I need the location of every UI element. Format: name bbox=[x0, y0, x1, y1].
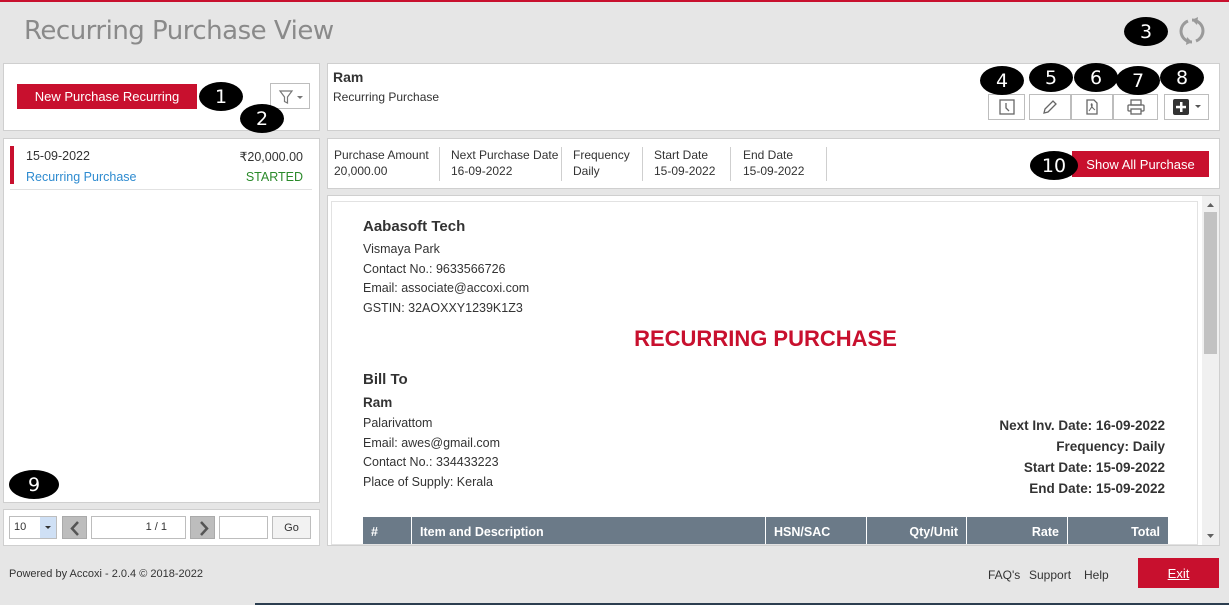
marker-7: 7 bbox=[1116, 66, 1160, 95]
summary-next-purchase-date: Next Purchase Date 16-09-2022 bbox=[451, 148, 558, 180]
customer-name: Ram bbox=[333, 69, 364, 85]
bill-to-email: Email: awes@gmail.com bbox=[363, 436, 501, 450]
chevron-down-icon bbox=[40, 517, 56, 538]
list-item-amount: ₹20,000.00 bbox=[239, 150, 303, 164]
company-name: Aabasoft Tech bbox=[363, 218, 466, 235]
divider bbox=[826, 147, 827, 181]
summary-frequency: Frequency Daily bbox=[573, 148, 630, 180]
list-item-date: 15-09-2022 bbox=[26, 149, 90, 163]
purchase-list-panel bbox=[3, 138, 320, 503]
company-email: Email: associate@accoxi.com bbox=[363, 281, 530, 295]
chevron-left-icon bbox=[70, 521, 79, 536]
edit-button[interactable] bbox=[1029, 94, 1071, 120]
next-page-button[interactable] bbox=[190, 516, 215, 539]
frequency-text: Frequency: Daily bbox=[1056, 439, 1165, 454]
page-title: Recurring Purchase View bbox=[24, 16, 334, 46]
summary-label: Start Date bbox=[654, 148, 709, 162]
marker-4: 4 bbox=[980, 66, 1024, 95]
pdf-icon bbox=[1086, 99, 1098, 115]
company-contact: Contact No.: 9633566726 bbox=[363, 262, 506, 276]
support-link[interactable]: Support bbox=[1029, 568, 1071, 582]
detail-subtitle: Recurring Purchase bbox=[333, 90, 440, 104]
summary-value: 15-09-2022 bbox=[654, 164, 716, 178]
marker-3: 3 bbox=[1124, 17, 1168, 46]
add-more-button[interactable] bbox=[1164, 94, 1209, 120]
powered-by-text: Powered by Accoxi - 2.0.4 © 2018-2022 bbox=[9, 568, 203, 580]
company-gstin: GSTIN: 32AOXXY1239K1Z3 bbox=[363, 301, 523, 315]
summary-label: Next Purchase Date bbox=[451, 148, 559, 162]
marker-8: 8 bbox=[1160, 63, 1204, 92]
page-size-select[interactable]: 10 bbox=[9, 516, 57, 539]
marker-6: 6 bbox=[1074, 63, 1118, 92]
summary-value: 16-09-2022 bbox=[451, 164, 513, 178]
chevron-right-icon bbox=[200, 521, 209, 536]
page-number-input[interactable] bbox=[219, 516, 268, 539]
next-invoice-date: Next Inv. Date: 16-09-2022 bbox=[999, 418, 1165, 433]
scroll-down-icon[interactable] bbox=[1202, 530, 1219, 542]
end-date-text: End Date: 15-09-2022 bbox=[1029, 481, 1165, 496]
bill-to-address: Palarivattom bbox=[363, 416, 433, 430]
column-header: Item and Description bbox=[412, 517, 766, 544]
document-heading: RECURRING PURCHASE bbox=[634, 326, 897, 351]
column-header: # bbox=[363, 517, 412, 544]
history-button[interactable] bbox=[988, 94, 1025, 120]
scrollbar-thumb[interactable] bbox=[1204, 212, 1217, 354]
list-item[interactable]: 15-09-2022 ₹20,000.00 Recurring Purchase… bbox=[10, 146, 312, 190]
marker-9: 9 bbox=[9, 470, 59, 499]
divider bbox=[730, 147, 731, 181]
pdf-button[interactable] bbox=[1071, 94, 1113, 120]
selected-indicator bbox=[10, 146, 14, 184]
bill-to-contact: Contact No.: 334433223 bbox=[363, 455, 499, 469]
list-item-status: STARTED bbox=[245, 170, 303, 184]
bill-to-place: Place of Supply: Kerala bbox=[363, 475, 493, 489]
refresh-icon[interactable] bbox=[1176, 15, 1208, 47]
column-header: HSN/SAC bbox=[766, 517, 867, 544]
bill-to-name: Ram bbox=[363, 395, 393, 410]
summary-value: Daily bbox=[573, 164, 600, 178]
document-preview: Aabasoft Tech Vismaya Park Contact No.: … bbox=[331, 201, 1198, 545]
company-address: Vismaya Park bbox=[363, 242, 440, 256]
divider bbox=[642, 147, 643, 181]
exit-button[interactable]: Exit bbox=[1138, 558, 1219, 588]
faq-link[interactable]: FAQ's bbox=[988, 568, 1020, 582]
summary-value: 15-09-2022 bbox=[743, 164, 805, 178]
pencil-icon bbox=[1043, 100, 1057, 114]
go-button[interactable]: Go bbox=[272, 516, 311, 539]
divider bbox=[561, 147, 562, 181]
column-header: Rate bbox=[967, 517, 1068, 544]
summary-label: Purchase Amount bbox=[334, 148, 429, 162]
page-size-value: 10 bbox=[14, 521, 27, 533]
new-purchase-recurring-button[interactable]: New Purchase Recurring bbox=[17, 84, 197, 109]
list-item-type: Recurring Purchase bbox=[26, 170, 137, 184]
column-header: Total bbox=[1131, 525, 1160, 539]
divider bbox=[439, 147, 440, 181]
page-indicator: 1 / 1 bbox=[91, 516, 186, 539]
summary-end-date: End Date 15-09-2022 bbox=[743, 148, 804, 180]
marker-5: 5 bbox=[1029, 63, 1073, 92]
items-table-header: # Item and Description HSN/SAC Qty/Unit … bbox=[363, 517, 1168, 544]
start-date-text: Start Date: 15-09-2022 bbox=[1023, 460, 1165, 475]
marker-1: 1 bbox=[199, 82, 243, 111]
marker-2: 2 bbox=[240, 104, 284, 133]
plus-icon bbox=[1172, 99, 1201, 115]
column-header: Qty/Unit bbox=[867, 517, 967, 544]
summary-purchase-amount: Purchase Amount 20,000.00 bbox=[334, 148, 429, 180]
history-icon bbox=[998, 99, 1015, 115]
filter-button[interactable] bbox=[270, 83, 310, 109]
document-scrollbar[interactable] bbox=[1202, 196, 1219, 545]
summary-start-date: Start Date 15-09-2022 bbox=[654, 148, 715, 180]
filter-icon bbox=[278, 90, 303, 104]
help-link[interactable]: Help bbox=[1084, 568, 1109, 582]
summary-value: 20,000.00 bbox=[334, 164, 388, 178]
summary-label: End Date bbox=[743, 148, 794, 162]
summary-label: Frequency bbox=[573, 148, 630, 162]
print-button[interactable] bbox=[1113, 94, 1158, 120]
show-all-purchase-button[interactable]: Show All Purchase bbox=[1072, 151, 1209, 177]
printer-icon bbox=[1126, 99, 1145, 115]
scroll-up-icon[interactable] bbox=[1202, 199, 1219, 211]
bill-to-label: Bill To bbox=[363, 371, 408, 388]
window-header: Recurring Purchase View bbox=[0, 2, 1229, 60]
marker-10: 10 bbox=[1030, 151, 1078, 180]
prev-page-button[interactable] bbox=[62, 516, 87, 539]
